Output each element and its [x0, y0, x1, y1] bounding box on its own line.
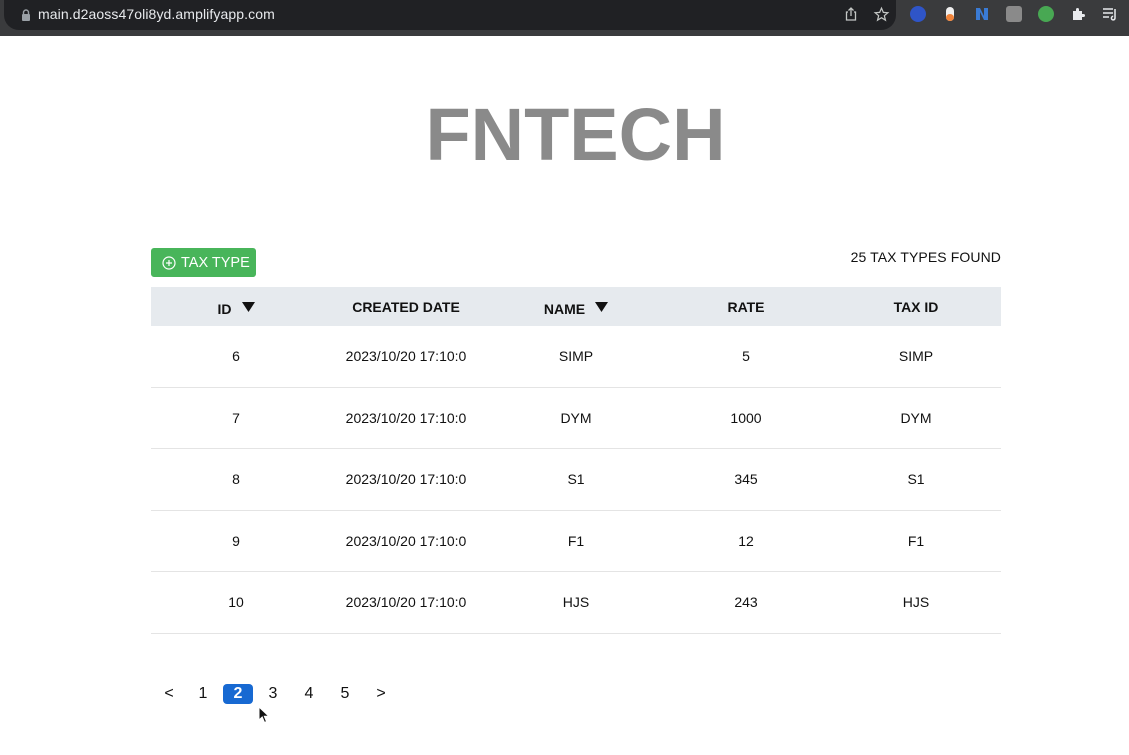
page-button-5[interactable]: 5: [339, 684, 351, 704]
add-tax-type-label: TAX TYPE: [181, 254, 250, 271]
cell-name: HJS: [562, 594, 590, 611]
column-header-id[interactable]: ID: [151, 287, 321, 326]
cell-id: 6: [232, 348, 240, 365]
cell-rate: 12: [738, 532, 754, 549]
share-icon[interactable]: [843, 6, 859, 22]
cell-name: DYM: [560, 409, 592, 426]
column-header-rate: RATE: [661, 287, 831, 326]
cell-tax-id: HJS: [902, 594, 930, 611]
column-header-label: TAX ID: [893, 298, 939, 315]
extension-n-icon[interactable]: [974, 6, 990, 22]
column-header-label: RATE: [727, 298, 765, 315]
cell-id: 7: [232, 409, 240, 426]
add-tax-type-button[interactable]: TAX TYPE: [151, 248, 256, 277]
table-row[interactable]: 8 2023/10/20 17:10:0 S1 345 S1: [151, 449, 1001, 511]
extension-robot-icon[interactable]: [1038, 6, 1054, 22]
column-header-label: CREATED DATE: [352, 298, 460, 315]
cell-name: F1: [567, 532, 585, 549]
lock-icon: [22, 9, 30, 21]
extension-gray-icon[interactable]: [1006, 6, 1022, 22]
page-button-1[interactable]: 1: [197, 684, 209, 704]
prev-page-button[interactable]: <: [163, 684, 175, 704]
table-row[interactable]: 10 2023/10/20 17:10:0 HJS 243 HJS: [151, 572, 1001, 634]
cell-id: 9: [232, 532, 240, 549]
next-page-button[interactable]: >: [375, 684, 387, 704]
column-header-label: NAME: [543, 300, 586, 317]
bookmark-star-icon[interactable]: [873, 6, 890, 23]
table-row[interactable]: 9 2023/10/20 17:10:0 F1 12 F1: [151, 511, 1001, 572]
cell-created-date: 2023/10/20 17:10:0: [345, 594, 467, 611]
column-header-created-date: CREATED DATE: [321, 287, 491, 326]
tax-types-table: ID CREATED DATE NAME RATE TAX ID 6 2023/…: [151, 287, 1001, 634]
cell-rate: 5: [742, 348, 750, 365]
extension-capsule-icon[interactable]: [942, 6, 958, 22]
url-text[interactable]: main.d2aoss47oli8yd.amplifyapp.com: [38, 6, 275, 22]
cell-created-date: 2023/10/20 17:10:0: [345, 471, 467, 488]
brand-title: FNTECH: [425, 93, 726, 176]
cell-tax-id: SIMP: [898, 348, 934, 365]
cell-rate: 345: [734, 471, 758, 488]
page-button-2-active[interactable]: 2: [223, 684, 253, 704]
cell-tax-id: DYM: [900, 409, 932, 426]
cell-rate: 1000: [730, 409, 762, 426]
plus-circle-icon: [162, 255, 176, 270]
cell-tax-id: S1: [907, 471, 925, 488]
cell-id: 8: [232, 471, 240, 488]
table-row[interactable]: 6 2023/10/20 17:10:0 SIMP 5 SIMP: [151, 326, 1001, 388]
cell-name: SIMP: [558, 348, 594, 365]
cell-name: S1: [567, 471, 585, 488]
cell-rate: 243: [734, 594, 758, 611]
column-header-name[interactable]: NAME: [491, 287, 661, 326]
results-count: 25 TAX TYPES FOUND: [850, 249, 1001, 265]
extensions-puzzle-icon[interactable]: [1070, 6, 1086, 22]
extension-docs-icon[interactable]: [910, 6, 926, 22]
cell-created-date: 2023/10/20 17:10:0: [345, 532, 467, 549]
table-header: ID CREATED DATE NAME RATE TAX ID: [151, 287, 1001, 326]
table-row[interactable]: 7 2023/10/20 17:10:0 DYM 1000 DYM: [151, 388, 1001, 449]
cell-created-date: 2023/10/20 17:10:0: [345, 409, 467, 426]
address-bar[interactable]: main.d2aoss47oli8yd.amplifyapp.com: [4, 0, 896, 30]
column-header-label: ID: [217, 300, 232, 317]
mouse-pointer-icon: [258, 706, 270, 724]
page-button-3[interactable]: 3: [267, 684, 279, 704]
page-button-4[interactable]: 4: [303, 684, 315, 704]
cell-created-date: 2023/10/20 17:10:0: [345, 348, 467, 365]
cell-id: 10: [228, 594, 244, 611]
reading-list-icon[interactable]: [1102, 6, 1118, 22]
cell-tax-id: F1: [907, 532, 925, 549]
sort-desc-icon[interactable]: [595, 301, 609, 312]
column-header-tax-id: TAX ID: [831, 287, 1001, 326]
sort-desc-icon[interactable]: [241, 301, 255, 312]
browser-toolbar-edge: [0, 30, 1129, 36]
